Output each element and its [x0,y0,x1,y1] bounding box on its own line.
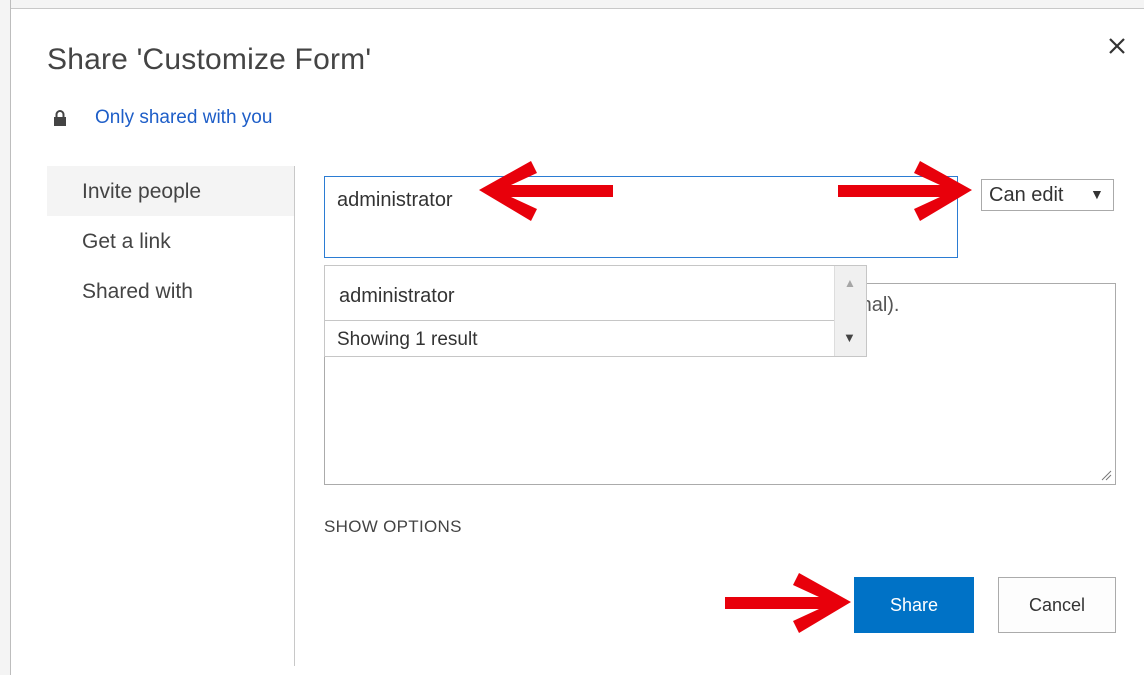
suggestions-scrollbar[interactable]: ▲ ▼ [834,266,866,356]
nav-divider [294,166,295,666]
cancel-button[interactable]: Cancel [998,577,1116,633]
dropdown-caret-icon: ▼ [1090,186,1104,202]
share-dialog: Share 'Customize Form' Only shared with … [11,9,1144,675]
annotation-arrow-left-icon [479,161,613,221]
close-icon[interactable] [1104,33,1130,59]
sharing-status-link[interactable]: Only shared with you [95,107,272,129]
resize-grip-icon[interactable] [1100,469,1112,481]
share-nav: Invite people Get a link Shared with [47,166,294,316]
lock-icon [53,109,67,127]
suggestion-result-count: Showing 1 result [337,329,478,350]
permission-selected-value: Can edit [989,184,1064,206]
annotation-arrow-share-icon [725,573,851,633]
dialog-title: Share 'Customize Form' [47,43,372,76]
share-button[interactable]: Share [854,577,974,633]
suggestion-item[interactable]: administrator [325,266,834,321]
scroll-up-arrow-icon[interactable]: ▲ [844,276,856,290]
invite-input-value: administrator [337,189,453,211]
suggestion-item-label: administrator [339,285,455,307]
people-suggestions-dropdown: administrator Showing 1 result ▲ ▼ [324,265,867,357]
permission-dropdown[interactable]: Can edit ▼ [981,179,1114,211]
nav-item-get-a-link[interactable]: Get a link [47,216,294,266]
window-top-edge [0,0,1144,9]
show-options-link[interactable]: SHOW OPTIONS [324,517,462,537]
scroll-down-arrow-icon[interactable]: ▼ [843,330,856,345]
nav-item-invite-people[interactable]: Invite people [47,166,294,216]
annotation-arrow-right-icon [838,161,972,221]
window-left-edge [0,0,11,675]
nav-item-shared-with[interactable]: Shared with [47,266,294,316]
